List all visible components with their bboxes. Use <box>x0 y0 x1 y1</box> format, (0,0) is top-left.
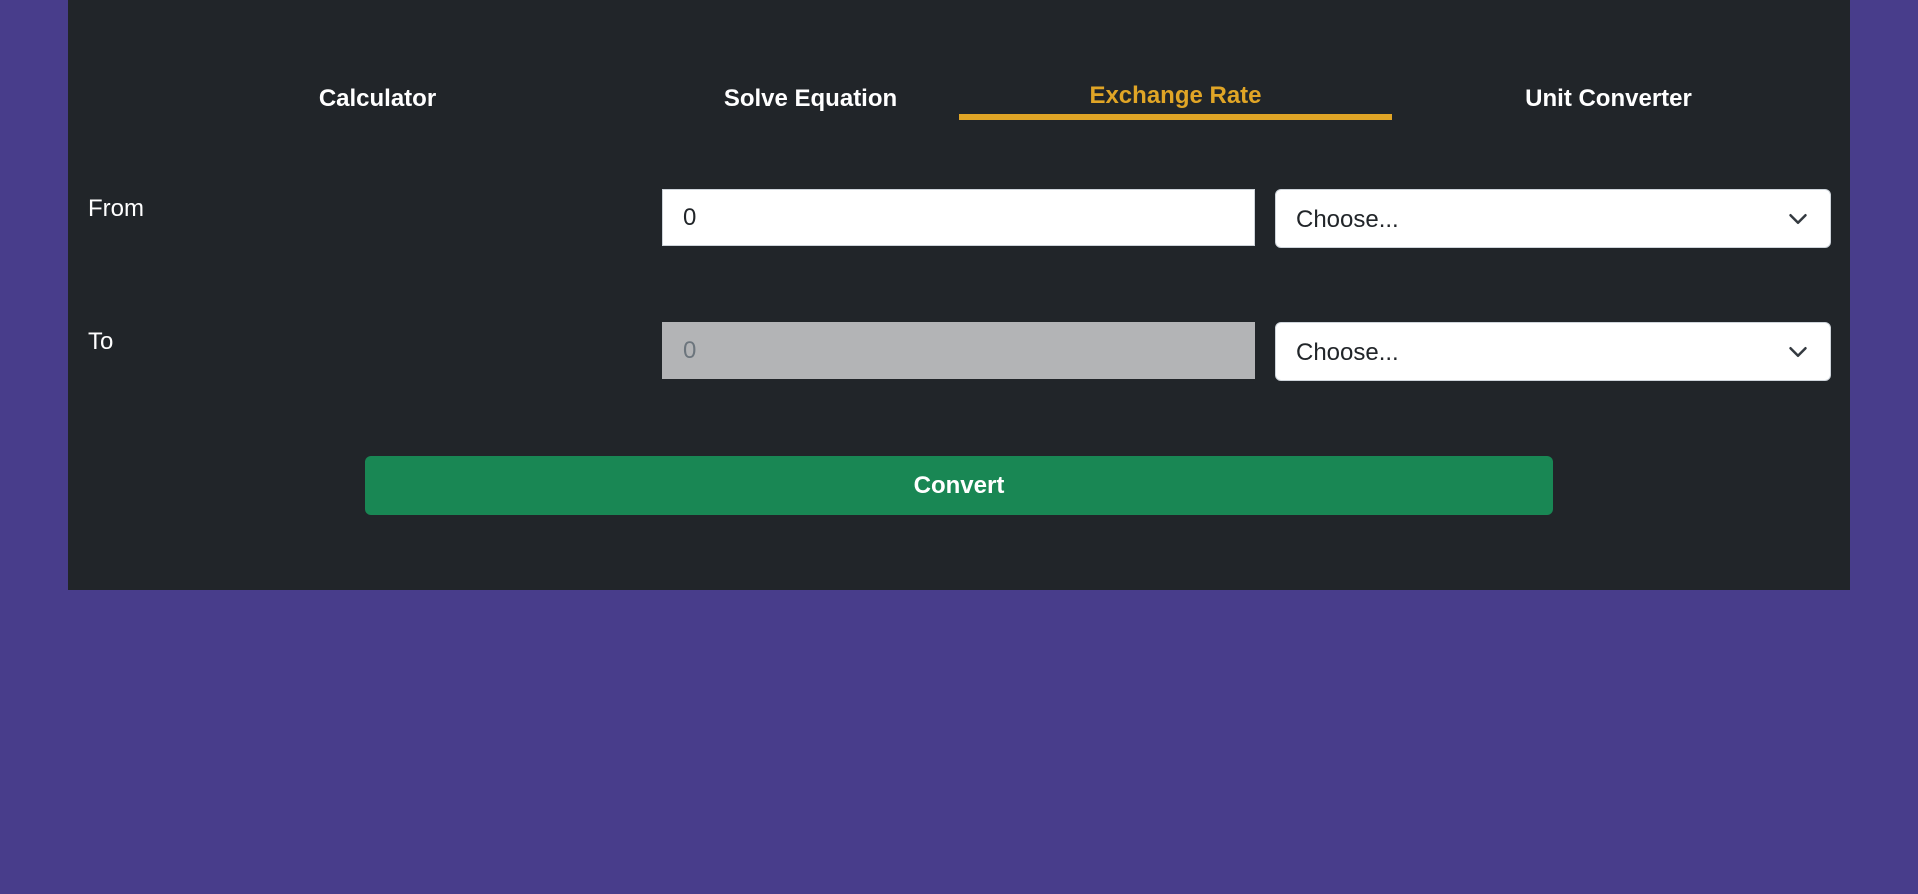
converter-panel: Calculator Solve Equation Exchange Rate … <box>68 0 1850 590</box>
tab-exchange-rate[interactable]: Exchange Rate <box>959 70 1392 120</box>
from-label: From <box>88 195 144 222</box>
tab-calculator-label: Calculator <box>318 85 437 112</box>
convert-button[interactable]: Convert <box>365 456 1553 515</box>
from-currency-select[interactable]: Choose... <box>1275 189 1831 248</box>
to-currency-selected: Choose... <box>1296 339 1399 366</box>
from-currency-selected: Choose... <box>1296 206 1399 233</box>
tab-exchange-rate-label: Exchange Rate <box>1089 82 1262 109</box>
tab-solve-equation-label: Solve Equation <box>723 85 898 112</box>
tab-bar: Calculator Solve Equation Exchange Rate … <box>68 70 1850 120</box>
chevron-down-icon <box>1789 347 1807 357</box>
tab-unit-converter-label: Unit Converter <box>1525 85 1692 112</box>
tab-calculator[interactable]: Calculator <box>161 70 594 120</box>
tab-unit-converter[interactable]: Unit Converter <box>1392 70 1825 120</box>
chevron-down-icon <box>1789 214 1807 224</box>
active-tab-underline <box>959 114 1392 120</box>
from-amount-input[interactable] <box>662 189 1255 246</box>
to-label: To <box>88 328 114 355</box>
to-amount-output <box>662 322 1255 379</box>
to-currency-select[interactable]: Choose... <box>1275 322 1831 381</box>
